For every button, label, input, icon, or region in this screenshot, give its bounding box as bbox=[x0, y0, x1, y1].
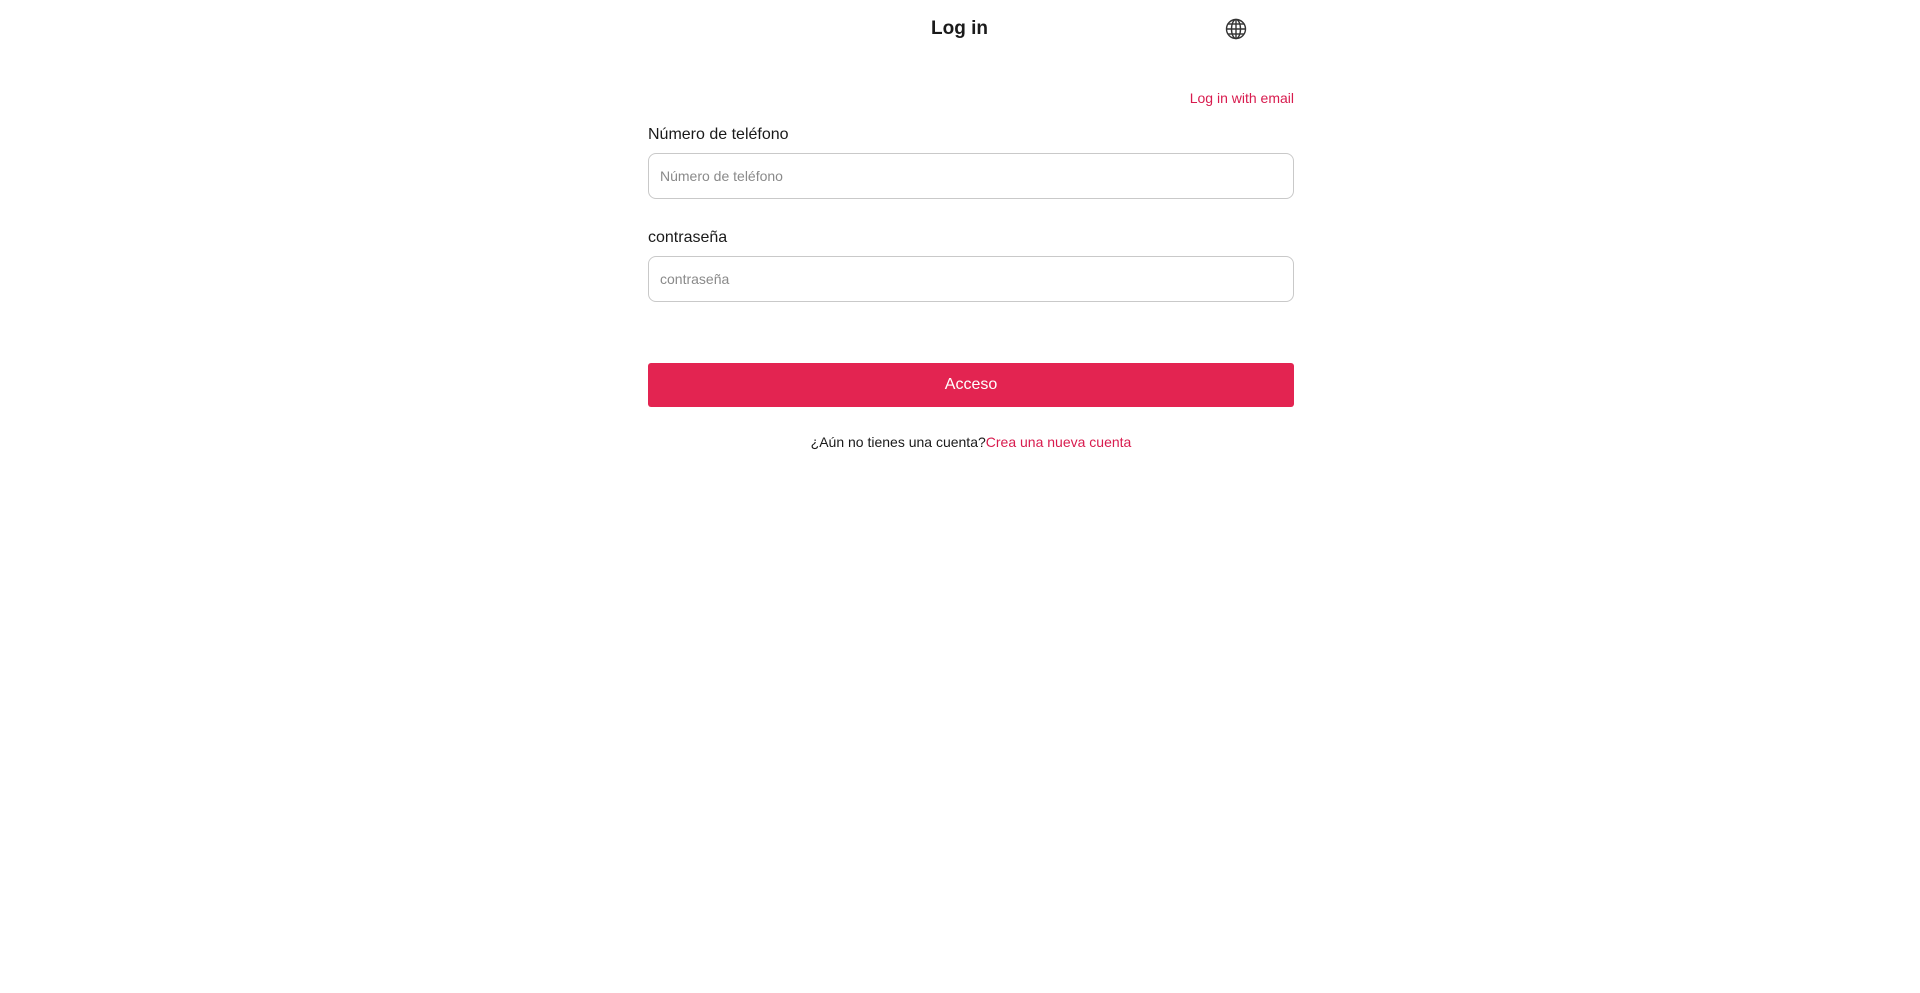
page-title: Log in bbox=[931, 18, 988, 39]
signup-row: ¿Aún no tienes una cuenta?Crea una nueva… bbox=[648, 433, 1294, 451]
password-label: contraseña bbox=[648, 229, 728, 246]
login-submit-button[interactable]: Acceso bbox=[648, 363, 1294, 407]
password-input[interactable] bbox=[648, 256, 1294, 302]
phone-label: Número de teléfono bbox=[648, 126, 789, 143]
signup-prompt: ¿Aún no tienes una cuenta? bbox=[810, 434, 986, 450]
page-header: Log in bbox=[648, 0, 1271, 58]
login-with-email-link[interactable]: Log in with email bbox=[1190, 90, 1294, 106]
login-method-row: Log in with email bbox=[648, 88, 1294, 108]
signup-link[interactable]: Crea una nueva cuenta bbox=[986, 434, 1132, 450]
globe-icon bbox=[1225, 18, 1247, 40]
login-form: Log in with email Número de teléfono con… bbox=[648, 88, 1294, 451]
phone-input[interactable] bbox=[648, 153, 1294, 199]
language-button[interactable] bbox=[1224, 17, 1248, 41]
